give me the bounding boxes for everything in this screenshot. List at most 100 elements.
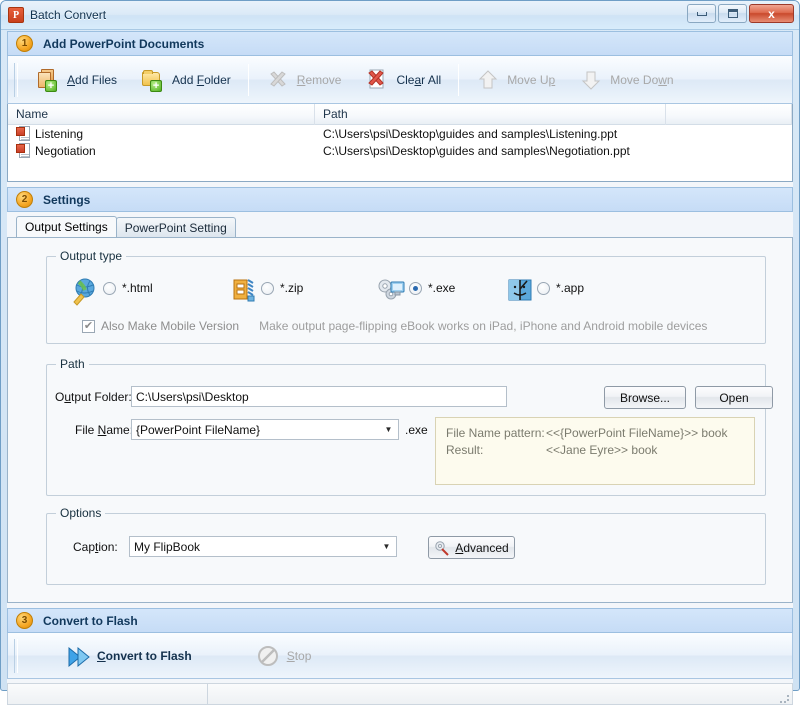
powerpoint-file-icon <box>16 126 30 141</box>
convert-toolbar: Convert to Flash Stop <box>7 633 793 679</box>
radio-exe-circle[interactable] <box>409 281 422 295</box>
add-folder-icon: + <box>141 68 165 92</box>
move-up-label: Move Up <box>507 72 556 87</box>
add-folder-button[interactable]: + Add Folder <box>129 61 243 99</box>
caption-value: My FlipBook <box>134 539 201 554</box>
file-name-cell: Negotiation <box>8 143 315 158</box>
convert-to-flash-label: Convert to Flash <box>97 648 192 663</box>
maximize-icon <box>727 9 738 18</box>
file-path-cell: C:\Users\psi\Desktop\guides and samples\… <box>323 126 618 141</box>
output-type-exe[interactable]: *.exe <box>377 276 455 300</box>
minimize-button[interactable] <box>687 4 716 23</box>
pattern-value: <<{PowerPoint FileName}>> book <box>546 426 728 440</box>
clear-all-button[interactable]: Clear All <box>353 61 453 99</box>
remove-icon <box>266 68 290 92</box>
chevron-down-icon[interactable]: ▼ <box>378 538 395 555</box>
checkbox-mobile-version[interactable] <box>82 319 95 333</box>
mobile-version-checkbox[interactable]: Also Make Mobile Version Make output pag… <box>82 319 707 333</box>
status-pane-right <box>208 684 778 704</box>
radio-html[interactable]: *.html <box>103 281 153 295</box>
client-area: 1 Add PowerPoint Documents + Add Files +… <box>7 31 793 705</box>
output-settings-panel: Output type *.html *.zip *.exe *.app ✔ A… <box>7 237 793 603</box>
output-type-html[interactable]: *.html <box>71 276 153 306</box>
output-type-caption: Output type <box>56 249 127 263</box>
move-down-button[interactable]: Move Down <box>567 61 685 99</box>
output-folder-input[interactable]: C:\Users\psi\Desktop <box>131 386 507 407</box>
section-title-convert: Convert to Flash <box>43 613 138 628</box>
stop-button[interactable]: Stop <box>244 637 324 675</box>
settings-tabs: Output Settings PowerPoint Setting <box>7 216 793 237</box>
open-label: Open <box>719 390 749 405</box>
file-list-header: Name Path <box>8 104 792 125</box>
browse-button[interactable]: Browse... <box>604 386 686 409</box>
powerpoint-icon: P <box>8 7 24 23</box>
advanced-button[interactable]: Advanced <box>428 536 515 559</box>
batch-convert-window: P Batch Convert x 1 Add PowerPoint Docum… <box>0 0 800 705</box>
file-name-text: Negotiation <box>35 143 96 158</box>
close-button[interactable]: x <box>749 4 794 23</box>
column-header-name[interactable]: Name <box>8 104 315 125</box>
toolbar-separator-2 <box>458 63 460 96</box>
add-folder-label: Add Folder <box>172 72 231 87</box>
maximize-button[interactable] <box>718 4 747 23</box>
status-pane-left <box>8 684 208 704</box>
advanced-icon <box>434 540 450 556</box>
powerpoint-file-icon <box>16 143 30 158</box>
file-name-combo[interactable]: {PowerPoint FileName} ▼ <box>131 419 399 440</box>
radio-zip[interactable]: *.zip <box>261 281 303 295</box>
radio-exe-label: *.exe <box>428 281 456 295</box>
mobile-version-label: Also Make Mobile Version <box>101 319 240 333</box>
file-name-cell: Listening <box>8 126 315 141</box>
radio-exe[interactable]: *.exe <box>409 281 455 295</box>
column-header-path[interactable]: Path <box>315 104 666 125</box>
convert-to-flash-button[interactable]: Convert to Flash <box>54 637 204 675</box>
path-group: Path Output Folder: C:\Users\psi\Desktop… <box>46 357 773 496</box>
tab-powerpoint-setting[interactable]: PowerPoint Setting <box>115 217 236 237</box>
step-badge-2: 2 <box>16 191 33 208</box>
pattern-row: File Name pattern: <<{PowerPoint FileNam… <box>446 426 744 440</box>
caption-combo[interactable]: My FlipBook ▼ <box>129 536 397 557</box>
radio-zip-circle[interactable] <box>261 281 274 295</box>
caption-label: Caption: <box>73 540 118 554</box>
table-row[interactable]: Listening C:\Users\psi\Desktop\guides an… <box>8 125 792 142</box>
toolbar-grip[interactable] <box>14 62 18 97</box>
open-button[interactable]: Open <box>695 386 773 409</box>
column-header-extra[interactable] <box>666 104 792 125</box>
window-controls: x <box>687 4 794 23</box>
mac-face-icon <box>505 276 532 301</box>
move-down-label: Move Down <box>610 72 674 87</box>
window-title: Batch Convert <box>30 8 107 22</box>
remove-button[interactable]: Remove <box>254 61 354 99</box>
radio-app-circle[interactable] <box>537 281 550 295</box>
add-files-button[interactable]: + Add Files <box>24 61 129 99</box>
resize-grip[interactable] <box>778 690 792 704</box>
tab-output-settings[interactable]: Output Settings <box>16 216 117 237</box>
step-badge-1: 1 <box>16 35 33 52</box>
radio-zip-label: *.zip <box>280 281 304 295</box>
arrow-up-icon <box>476 68 500 92</box>
path-caption: Path <box>56 357 89 371</box>
zip-archive-icon <box>229 276 255 302</box>
radio-html-label: *.html <box>122 281 153 295</box>
chevron-down-icon[interactable]: ▼ <box>380 421 397 438</box>
radio-html-circle[interactable] <box>103 281 116 295</box>
pattern-label: File Name pattern: <box>446 426 545 440</box>
radio-app[interactable]: *.app <box>537 281 584 295</box>
file-name-pattern-box: File Name pattern: <<{PowerPoint FileNam… <box>435 417 755 485</box>
add-files-icon: + <box>36 68 60 92</box>
convert-toolbar-grip[interactable] <box>14 638 18 673</box>
move-up-button[interactable]: Move Up <box>464 61 567 99</box>
minimize-icon <box>696 11 707 16</box>
table-row[interactable]: Negotiation C:\Users\psi\Desktop\guides … <box>8 142 792 159</box>
output-type-zip[interactable]: *.zip <box>229 276 303 302</box>
section-header-convert: 3 Convert to Flash <box>7 608 793 633</box>
file-list[interactable]: Name Path Listening C:\Users\psi\Desktop… <box>7 104 793 182</box>
file-toolbar: + Add Files + Add Folder Remove Clear Al… <box>7 56 793 104</box>
file-name-value: {PowerPoint FileName} <box>136 422 261 437</box>
options-group: Options Caption: My FlipBook ▼ Advanced <box>46 506 766 585</box>
remove-label: Remove <box>296 72 342 87</box>
step-badge-3: 3 <box>16 612 33 629</box>
output-type-app[interactable]: *.app <box>505 276 584 301</box>
globe-pencil-icon <box>71 276 95 306</box>
title-bar: P Batch Convert x <box>1 1 799 30</box>
